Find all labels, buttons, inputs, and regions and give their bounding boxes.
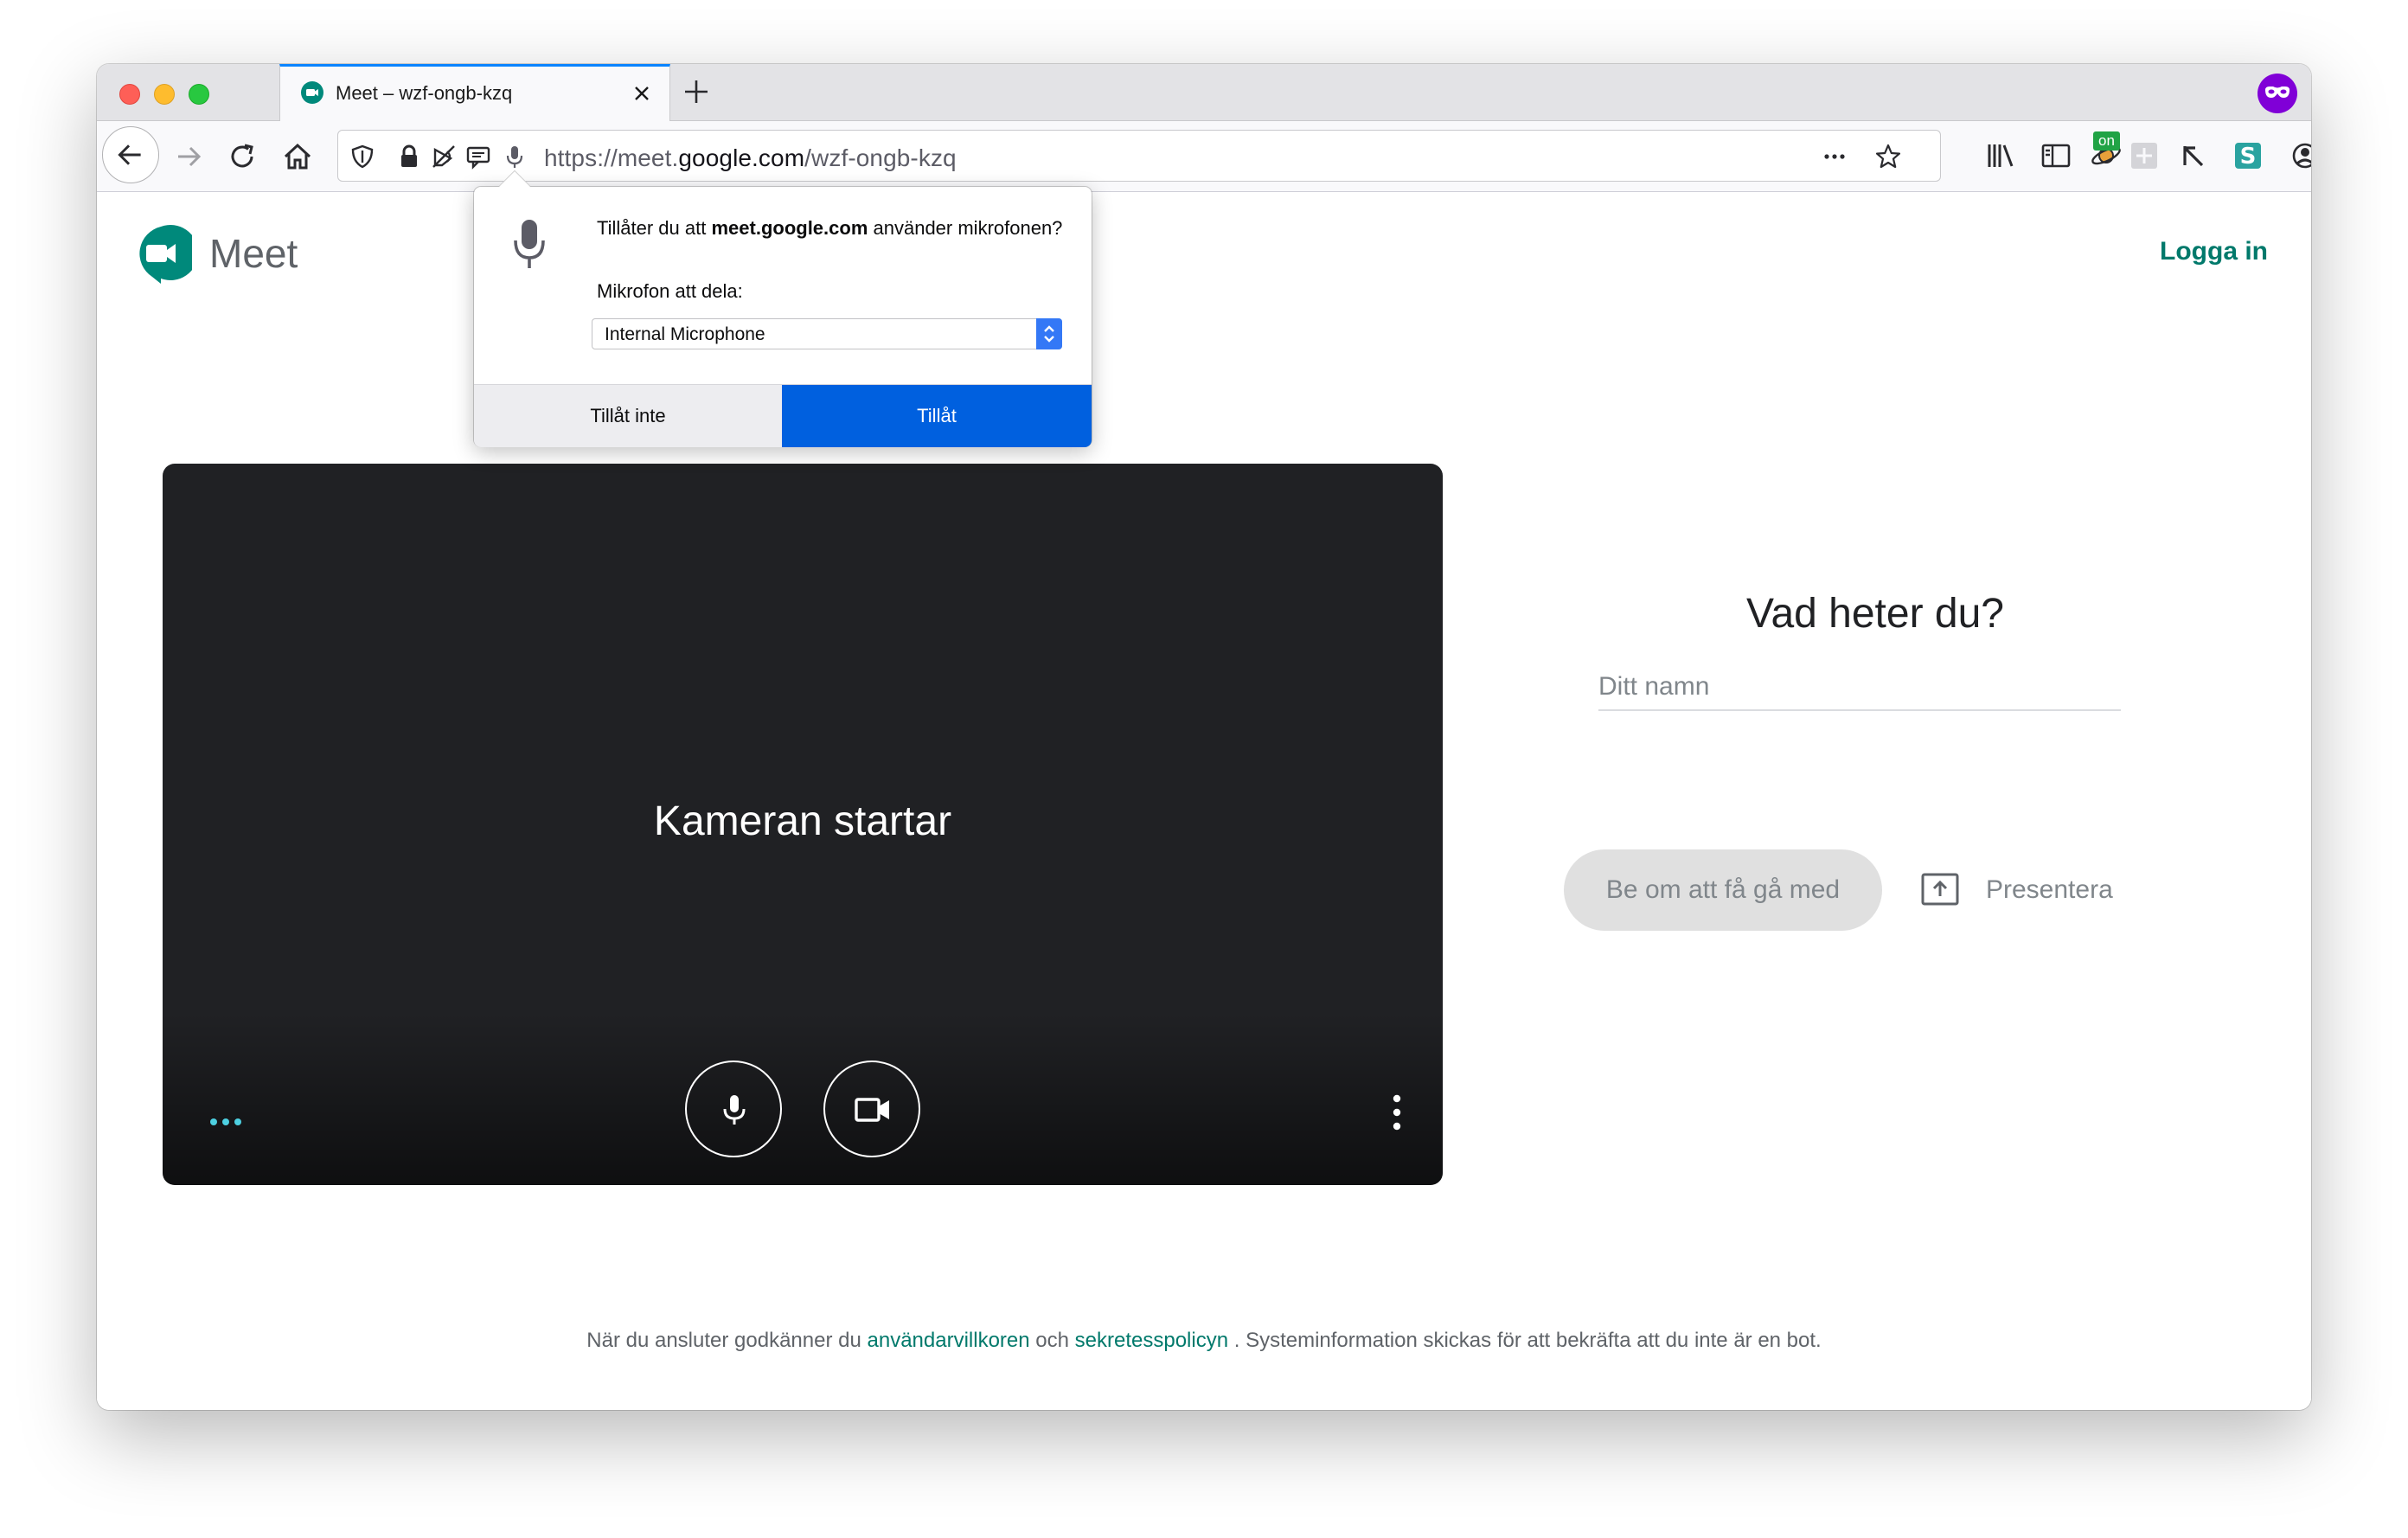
loading-dots-icon[interactable] [208, 1116, 244, 1128]
svg-text:S: S [2240, 144, 2257, 170]
terms-link[interactable]: användarvillkoren [868, 1329, 1030, 1352]
video-gradient [163, 1012, 1443, 1185]
microphone-select-value: Internal Microphone [605, 324, 765, 344]
new-tab-icon[interactable] [681, 76, 712, 107]
present-screen-icon[interactable] [1920, 872, 1960, 907]
legal-footer: När du ansluter godkänner du användarvil… [586, 1329, 1822, 1352]
more-options-icon[interactable] [1391, 1092, 1403, 1133]
page-actions-icon[interactable] [1821, 143, 1848, 170]
select-updown-icon [1036, 318, 1062, 349]
ask-to-join-button[interactable]: Be om att få gå med [1564, 849, 1882, 931]
microphone-select[interactable]: Internal Microphone [592, 318, 1062, 349]
meet-favicon-icon [301, 81, 323, 104]
privacy-link[interactable]: sekretesspolicyn [1075, 1329, 1228, 1352]
tab-meet[interactable]: Meet – wzf-ongb-kzq [279, 64, 670, 122]
close-window-button[interactable] [119, 84, 140, 105]
deny-button[interactable]: Tillåt inte [474, 385, 782, 447]
popup-button-row: Tillåt inte Tillåt [474, 384, 1092, 447]
camera-toggle-button[interactable] [823, 1061, 920, 1157]
close-tab-icon[interactable] [630, 81, 654, 106]
allow-button[interactable]: Tillåt [782, 385, 1092, 447]
microphone-permission-icon[interactable] [501, 143, 528, 170]
extension-s-icon[interactable]: S [2230, 138, 2266, 174]
name-input[interactable] [1598, 664, 2121, 711]
video-camera-icon [855, 1098, 889, 1122]
meet-brand-name: Meet [209, 231, 298, 276]
microphone-toggle-button[interactable] [685, 1061, 782, 1157]
popup-microphone-icon [514, 220, 545, 268]
navigation-toolbar: https://meet.google.com/wzf-ongb-kzq on … [97, 121, 2311, 192]
page-content: Meet Logga in Kameran startar Vad heter … [97, 192, 2311, 1410]
meet-logo-icon [139, 225, 192, 284]
minimize-window-button[interactable] [154, 84, 175, 105]
extension-on-badge: on [2093, 131, 2120, 151]
tab-strip: Meet – wzf-ongb-kzq [97, 64, 2311, 122]
popup-device-label: Mikrofon att dela: [597, 280, 743, 302]
account-icon[interactable] [2287, 138, 2311, 174]
back-button[interactable] [102, 126, 159, 183]
extension-grid-icon[interactable] [2126, 138, 2162, 174]
bookmark-star-icon[interactable] [1874, 143, 1902, 170]
microphone-permission-popup: Tillåter du att meet.google.com använder… [474, 170, 1092, 447]
autoplay-blocked-icon[interactable] [430, 143, 458, 170]
home-icon[interactable] [280, 139, 315, 174]
browser-window: Meet – wzf-ongb-kzq https://meet.google.… [97, 64, 2311, 1410]
join-title: Vad heter du? [1745, 591, 2004, 637]
present-label[interactable]: Presentera [1986, 875, 2113, 905]
zoom-window-button[interactable] [189, 84, 209, 105]
library-icon[interactable] [1982, 138, 2019, 174]
reload-icon[interactable] [225, 139, 259, 174]
sidebar-icon[interactable] [2038, 138, 2074, 174]
private-browsing-icon [2258, 74, 2297, 113]
lock-icon[interactable] [395, 143, 423, 170]
microphone-icon [723, 1095, 746, 1125]
tab-title: Meet – wzf-ongb-kzq [336, 82, 513, 104]
back-arrow-icon [118, 144, 141, 165]
popup-question: Tillåter du att meet.google.com använder… [597, 217, 1063, 239]
forward-arrow-icon[interactable] [171, 139, 206, 174]
extension-arrow-icon[interactable] [2176, 138, 2213, 174]
video-preview: Kameran startar [163, 464, 1443, 1185]
url-bar[interactable]: https://meet.google.com/wzf-ongb-kzq [337, 130, 1941, 182]
notifications-icon[interactable] [464, 143, 492, 170]
tracking-protection-shield-icon[interactable] [349, 143, 376, 170]
login-link[interactable]: Logga in [2160, 237, 2268, 266]
url-text[interactable]: https://meet.google.com/wzf-ongb-kzq [544, 144, 957, 172]
camera-status-text: Kameran startar [653, 798, 952, 844]
